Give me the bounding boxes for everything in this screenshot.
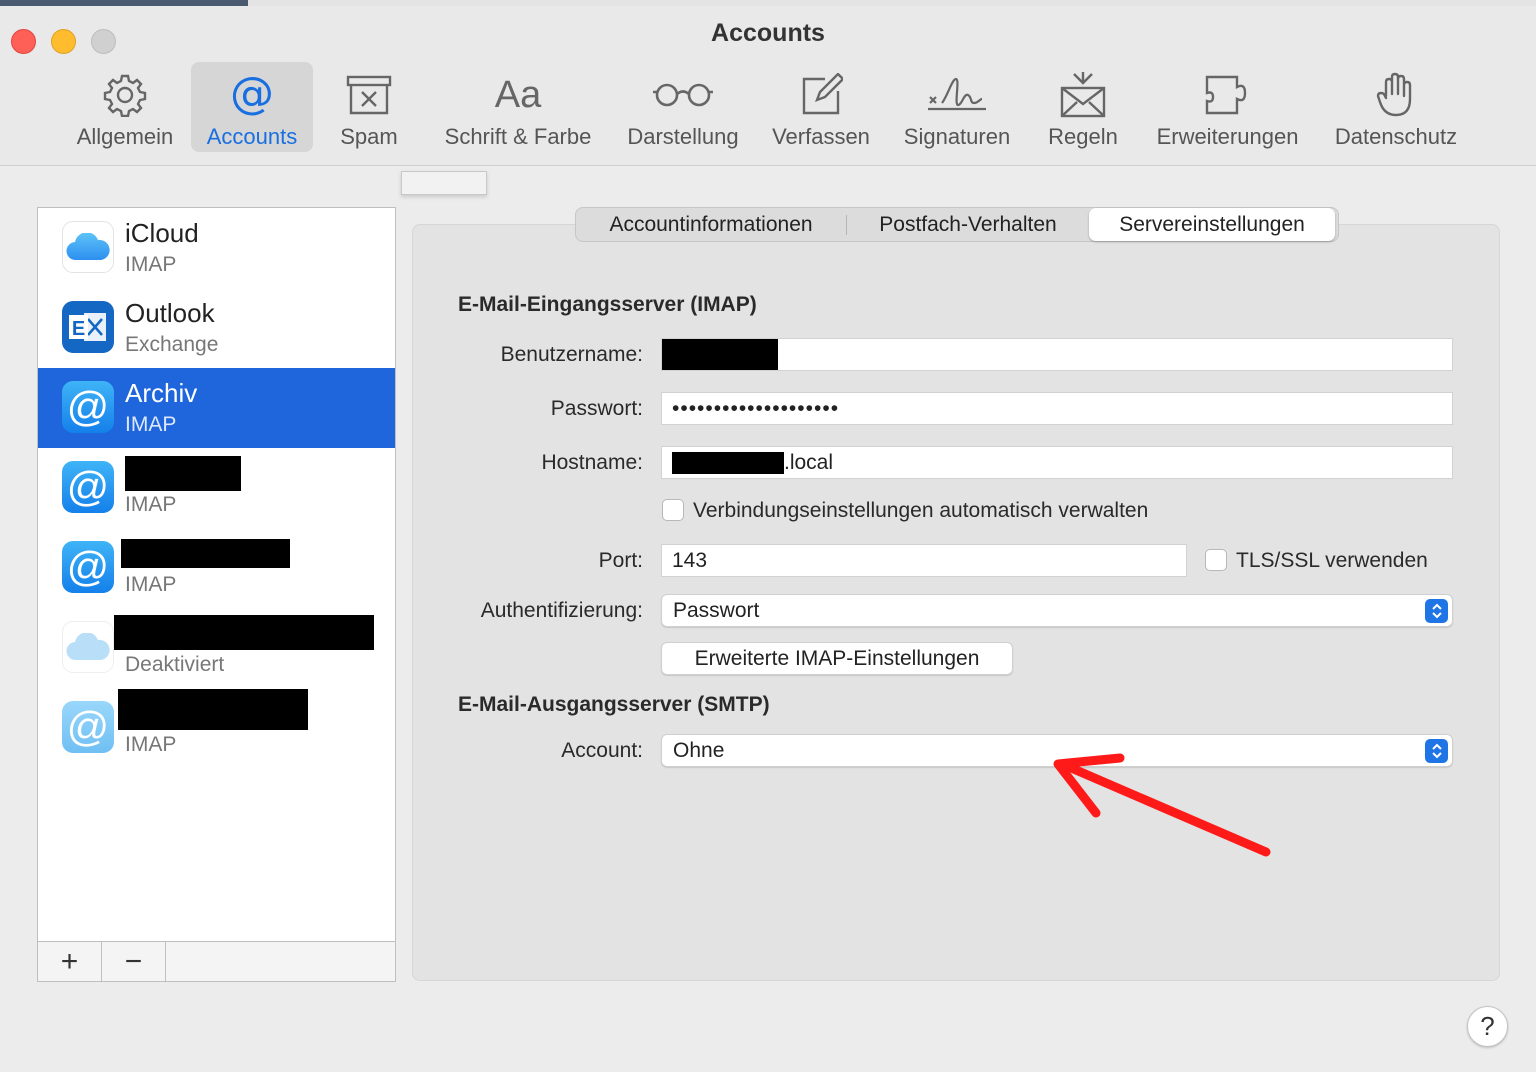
- tab-bar: Accountinformationen Postfach-Verhalten …: [575, 207, 1339, 242]
- toolbar-label: Spam: [340, 124, 398, 149]
- account-name: Outlook: [125, 298, 215, 328]
- toolbar-label: Darstellung: [627, 124, 739, 149]
- username-field[interactable]: [661, 338, 1453, 371]
- account-item-archiv[interactable]: @ Archiv IMAP: [38, 368, 395, 448]
- remove-account-button[interactable]: −: [102, 942, 166, 981]
- gear-icon: [103, 66, 147, 124]
- toolbar-item-accounts[interactable]: @ Accounts: [191, 62, 313, 152]
- glasses-icon: [651, 66, 715, 124]
- tab-accountinformationen[interactable]: Accountinformationen: [576, 208, 846, 241]
- account-item-outlook[interactable]: E Outlook Exchange: [38, 288, 395, 368]
- tooltip-placeholder: [401, 171, 487, 195]
- exchange-icon: E: [62, 301, 114, 353]
- password-label: Passwort:: [550, 397, 643, 420]
- svg-text:@: @: [230, 72, 274, 118]
- at-icon: @: [62, 461, 114, 513]
- advanced-imap-settings-button[interactable]: Erweiterte IMAP-Einstellungen: [661, 642, 1013, 675]
- authentication-label: Authentifizierung:: [480, 599, 643, 622]
- toolbar-label: Signaturen: [903, 124, 1011, 149]
- red-arrow-annotation: [1053, 753, 1271, 857]
- add-account-button[interactable]: +: [38, 942, 102, 981]
- toolbar-label: Datenschutz: [1334, 124, 1458, 149]
- account-type: IMAP: [125, 493, 177, 516]
- toolbar-label: Accounts: [206, 124, 298, 149]
- at-icon: @: [62, 541, 114, 593]
- account-type: Exchange: [125, 333, 219, 356]
- account-type: Deaktiviert: [125, 653, 225, 676]
- toolbar-item-allgemein[interactable]: Allgemein: [66, 62, 184, 152]
- account-type: IMAP: [125, 253, 177, 276]
- toolbar-item-spam[interactable]: Spam: [324, 62, 414, 152]
- hostname-field[interactable]: .local: [661, 446, 1453, 479]
- toolbar-label: Regeln: [1048, 124, 1118, 149]
- toolbar-label: Schrift & Farbe: [444, 124, 592, 149]
- preferences-toolbar: Allgemein @ Accounts Spam Aa Schrift & F…: [0, 62, 1536, 152]
- signature-icon: [926, 66, 988, 124]
- account-name: iCloud: [125, 218, 199, 248]
- chevron-updown-icon: [1425, 599, 1448, 623]
- redacted-username: [662, 339, 778, 370]
- svg-text:E: E: [72, 318, 85, 340]
- hand-icon: [1376, 66, 1416, 124]
- toolbar-item-erweiterungen[interactable]: Erweiterungen: [1145, 62, 1310, 152]
- toolbar-item-regeln[interactable]: Regeln: [1037, 62, 1129, 152]
- at-icon: @: [62, 701, 114, 753]
- authentication-popup[interactable]: Passwort: [661, 594, 1453, 627]
- tab-postfach-verhalten[interactable]: Postfach-Verhalten: [847, 208, 1089, 241]
- port-label: Port:: [598, 549, 643, 572]
- account-item-icloud[interactable]: iCloud IMAP: [38, 208, 395, 288]
- account-item-redacted-3[interactable]: Deaktiviert: [38, 608, 395, 688]
- redacted-hostname: [672, 451, 784, 474]
- at-icon: @: [229, 66, 275, 124]
- compose-icon: [799, 66, 843, 124]
- outgoing-server-title: E-Mail-Ausgangsserver (SMTP): [458, 693, 770, 716]
- smtp-account-label: Account:: [561, 739, 643, 762]
- tls-checkbox[interactable]: [1205, 549, 1227, 571]
- accounts-list: iCloud IMAP E Outlook Exchange @ Archiv …: [37, 207, 396, 982]
- redacted-name: [114, 615, 374, 650]
- port-field[interactable]: 143: [661, 544, 1187, 577]
- account-item-redacted-4[interactable]: @ IMAP: [38, 688, 395, 768]
- account-item-redacted-1[interactable]: @ IMAP: [38, 448, 395, 528]
- tab-servereinstellungen[interactable]: Servereinstellungen: [1089, 208, 1335, 241]
- icloud-icon: [62, 621, 114, 673]
- chevron-updown-icon: [1425, 739, 1448, 763]
- redacted-name: [118, 689, 308, 730]
- sidebar-bottom-bar: + −: [38, 941, 395, 981]
- puzzle-icon: [1203, 66, 1253, 124]
- hostname-label: Hostname:: [541, 451, 643, 474]
- account-type: IMAP: [125, 413, 177, 436]
- titlebar: Accounts Allgemein @ Accounts Spam Aa Sc…: [0, 6, 1536, 166]
- toolbar-item-signaturen[interactable]: Signaturen: [893, 62, 1021, 152]
- at-icon: @: [62, 381, 114, 433]
- rules-envelope-icon: [1058, 66, 1108, 124]
- account-type: IMAP: [125, 733, 177, 756]
- toolbar-label: Verfassen: [772, 124, 870, 149]
- account-name: Archiv: [125, 378, 198, 408]
- help-button[interactable]: ?: [1467, 1006, 1508, 1047]
- toolbar-item-datenschutz[interactable]: Datenschutz: [1322, 62, 1470, 152]
- tls-label: TLS/SSL verwenden: [1236, 549, 1428, 572]
- incoming-server-title: E-Mail-Eingangsserver (IMAP): [458, 293, 757, 316]
- account-type: IMAP: [125, 573, 177, 596]
- window-title: Accounts: [711, 19, 825, 47]
- toolbar-item-schrift-farbe[interactable]: Aa Schrift & Farbe: [432, 62, 604, 152]
- username-label: Benutzername:: [500, 343, 643, 366]
- toolbar-item-darstellung[interactable]: Darstellung: [617, 62, 749, 152]
- auto-manage-checkbox[interactable]: [662, 499, 684, 521]
- password-field[interactable]: ••••••••••••••••••••: [661, 392, 1453, 425]
- toolbar-item-verfassen[interactable]: Verfassen: [762, 62, 880, 152]
- redacted-name: [121, 539, 290, 568]
- redacted-name: [125, 456, 241, 491]
- font-icon: Aa: [494, 73, 542, 116]
- toolbar-label: Erweiterungen: [1156, 124, 1299, 149]
- icloud-icon: [62, 221, 114, 273]
- mail-preferences-window: Accounts Allgemein @ Accounts Spam Aa Sc…: [0, 0, 1536, 1072]
- account-item-redacted-2[interactable]: @ IMAP: [38, 528, 395, 608]
- toolbar-label: Allgemein: [76, 124, 174, 149]
- auto-manage-label: Verbindungseinstellungen automatisch ver…: [693, 499, 1149, 522]
- junk-box-icon: [345, 66, 393, 124]
